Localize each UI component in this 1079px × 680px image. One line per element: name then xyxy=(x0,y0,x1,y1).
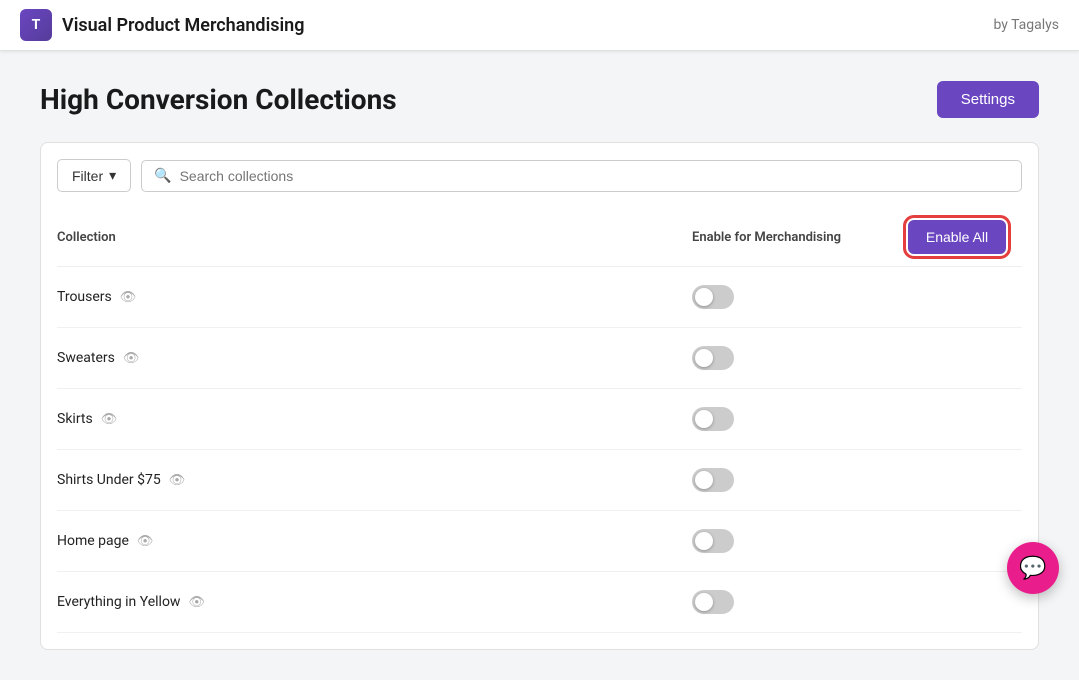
search-box: 🔍 xyxy=(141,160,1022,192)
toggle-slider-4 xyxy=(692,529,734,553)
chevron-down-icon: ▾ xyxy=(109,167,116,184)
toggle-1[interactable] xyxy=(692,346,734,370)
eye-icon-5[interactable]: 👁 xyxy=(188,595,205,610)
eye-icon-3[interactable]: 👁 xyxy=(169,473,186,488)
eye-icon-0[interactable]: 👁 xyxy=(120,290,137,305)
collections-card: Filter ▾ 🔍 Collection Enable for Merchan… xyxy=(40,142,1039,650)
table-row: Home page 👁 xyxy=(57,511,1022,572)
toggle-slider-0 xyxy=(692,285,734,309)
page-header: High Conversion Collections Settings xyxy=(40,81,1039,118)
row-toggle-3 xyxy=(692,468,892,492)
eye-icon-2[interactable]: 👁 xyxy=(101,412,118,427)
page-title: High Conversion Collections xyxy=(40,83,397,116)
table-row: Sweaters 👁 xyxy=(57,328,1022,389)
row-toggle-2 xyxy=(692,407,892,431)
enable-all-button[interactable]: Enable All xyxy=(908,220,1006,254)
toggle-slider-1 xyxy=(692,346,734,370)
table-row: Shirts Under $75 👁 xyxy=(57,450,1022,511)
eye-icon-1[interactable]: 👁 xyxy=(123,351,140,366)
filter-bar: Filter ▾ 🔍 xyxy=(57,159,1022,192)
row-name-2: Skirts 👁 xyxy=(57,411,692,427)
toggle-4[interactable] xyxy=(692,529,734,553)
app-logo: T xyxy=(20,9,52,41)
header-byline: by Tagalys xyxy=(993,17,1059,33)
row-toggle-4 xyxy=(692,529,892,553)
col-enable-header: Enable for Merchandising xyxy=(692,230,892,245)
app-header: T Visual Product Merchandising by Tagaly… xyxy=(0,0,1079,51)
row-toggle-5 xyxy=(692,590,892,614)
table-header: Collection Enable for Merchandising Enab… xyxy=(57,208,1022,267)
header-left: T Visual Product Merchandising xyxy=(20,9,304,41)
toggle-0[interactable] xyxy=(692,285,734,309)
toggle-slider-5 xyxy=(692,590,734,614)
chat-button[interactable]: 💬 xyxy=(1007,542,1059,594)
toggle-2[interactable] xyxy=(692,407,734,431)
collection-name-3: Shirts Under $75 xyxy=(57,472,161,488)
rows-container: Trousers 👁 Sweaters 👁 xyxy=(57,267,1022,633)
search-input[interactable] xyxy=(180,168,1009,184)
logo-letter: T xyxy=(32,17,41,33)
row-toggle-0 xyxy=(692,285,892,309)
app-title: Visual Product Merchandising xyxy=(62,15,304,36)
row-name-4: Home page 👁 xyxy=(57,533,692,549)
search-icon: 🔍 xyxy=(154,168,171,184)
filter-label: Filter xyxy=(72,168,103,184)
main-content: High Conversion Collections Settings Fil… xyxy=(0,51,1079,680)
collection-name-4: Home page xyxy=(57,533,129,549)
table-row: Everything in Yellow 👁 xyxy=(57,572,1022,633)
collection-name-1: Sweaters xyxy=(57,350,115,366)
table-row: Skirts 👁 xyxy=(57,389,1022,450)
filter-button[interactable]: Filter ▾ xyxy=(57,159,131,192)
row-name-3: Shirts Under $75 👁 xyxy=(57,472,692,488)
row-name-5: Everything in Yellow 👁 xyxy=(57,594,692,610)
chat-icon: 💬 xyxy=(1019,556,1046,581)
eye-icon-4[interactable]: 👁 xyxy=(137,534,154,549)
row-toggle-1 xyxy=(692,346,892,370)
settings-button[interactable]: Settings xyxy=(937,81,1039,118)
collection-name-5: Everything in Yellow xyxy=(57,594,180,610)
col-action-header: Enable All xyxy=(892,220,1022,254)
toggle-5[interactable] xyxy=(692,590,734,614)
row-name-1: Sweaters 👁 xyxy=(57,350,692,366)
collection-name-2: Skirts xyxy=(57,411,93,427)
toggle-slider-3 xyxy=(692,468,734,492)
toggle-3[interactable] xyxy=(692,468,734,492)
table-row: Trousers 👁 xyxy=(57,267,1022,328)
toggle-slider-2 xyxy=(692,407,734,431)
collection-name-0: Trousers xyxy=(57,289,112,305)
row-name-0: Trousers 👁 xyxy=(57,289,692,305)
col-collection-header: Collection xyxy=(57,230,692,245)
